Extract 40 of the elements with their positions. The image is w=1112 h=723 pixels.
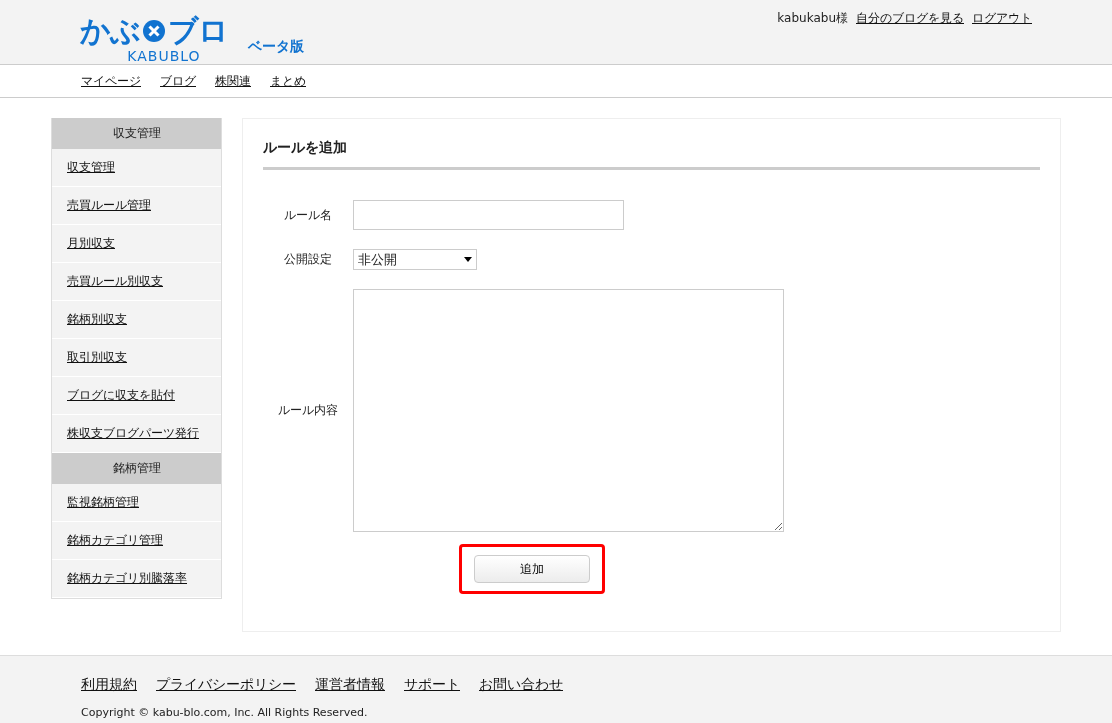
circled-x-icon: [142, 19, 166, 43]
footer-link[interactable]: 運営者情報: [315, 676, 385, 694]
nav-link[interactable]: ブログ: [160, 72, 196, 90]
text-area[interactable]: [353, 289, 784, 532]
sidebar-item[interactable]: 監視銘柄管理: [52, 484, 221, 522]
input-field[interactable]: [353, 200, 624, 230]
sidebar-item[interactable]: 売買ルール別収支: [52, 263, 221, 301]
logo-subtitle: KABUBLO: [127, 48, 201, 64]
sidebar-item[interactable]: 売買ルール管理: [52, 187, 221, 225]
sidebar-item[interactable]: 収支管理: [52, 149, 221, 187]
sidebar-item[interactable]: 銘柄カテゴリ別騰落率: [52, 560, 221, 598]
logo-text: かぶ: [80, 14, 140, 48]
footer-link[interactable]: 利用規約: [81, 676, 137, 694]
header-link[interactable]: ログアウト: [972, 10, 1032, 64]
footer-link[interactable]: お問い合わせ: [479, 676, 563, 694]
sidebar-item[interactable]: 株収支ブログパーツ発行: [52, 415, 221, 453]
copyright: Copyright © kabu-blo.com, Inc. All Rights Reserved.: [81, 706, 369, 719]
nav-link[interactable]: 株関連: [215, 72, 251, 90]
form-title: ルールを追加: [263, 139, 1040, 170]
header-link[interactable]: 自分のブログを見る: [856, 10, 964, 64]
field-label: ルール名: [283, 206, 333, 224]
sidebar-item[interactable]: 銘柄カテゴリ管理: [52, 522, 221, 560]
sidebar-heading: 銘柄管理: [52, 453, 221, 484]
field-label: 公開設定: [283, 251, 333, 268]
footer-link[interactable]: プライバシーポリシー: [156, 676, 296, 694]
logo-text: ブロ: [168, 14, 228, 48]
sidebar-item[interactable]: 月別収支: [52, 225, 221, 263]
sidebar-item[interactable]: 銘柄別収支: [52, 301, 221, 339]
footer-link[interactable]: サポート: [404, 676, 460, 694]
beta-label: ベータ版: [248, 38, 304, 56]
user-name: kabukabu様: [777, 10, 848, 27]
sidebar-item[interactable]: 取引別収支: [52, 339, 221, 377]
caret-icon: [464, 257, 472, 262]
field-label: ルール内容: [277, 402, 339, 419]
nav-link[interactable]: マイページ: [81, 72, 141, 90]
nav-link[interactable]: まとめ: [270, 72, 306, 90]
sidebar-heading: 収支管理: [52, 118, 221, 149]
sidebar-item[interactable]: ブログに収支を貼付: [52, 377, 221, 415]
add-button[interactable]: 追加: [474, 555, 590, 583]
dropdown[interactable]: 非公開: [353, 249, 477, 270]
